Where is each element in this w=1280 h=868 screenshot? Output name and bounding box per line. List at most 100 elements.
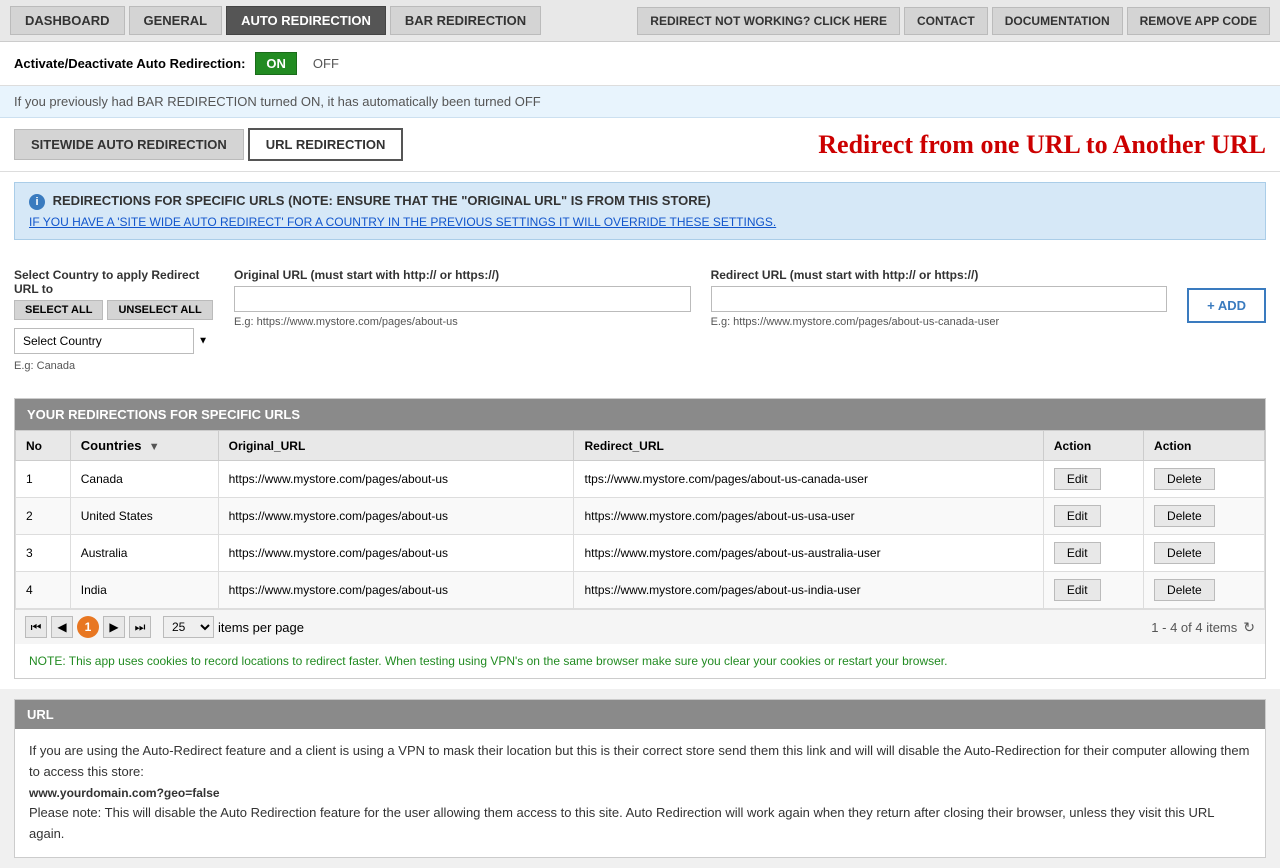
blue-section-title: i REDIRECTIONS FOR SPECIFIC URLS (NOTE: … — [29, 193, 1251, 210]
cell-no: 1 — [16, 461, 71, 498]
redirect-url-col: Redirect URL (must start with http:// or… — [711, 268, 1168, 328]
original-url-input[interactable] — [234, 286, 691, 312]
cell-edit: Edit — [1043, 572, 1143, 609]
blue-section-note: (NOTE: ENSURE THAT THE "ORIGINAL URL" IS… — [288, 193, 711, 208]
left-tabs: DASHBOARD GENERAL AUTO REDIRECTION BAR R… — [10, 6, 633, 35]
cell-countries: Canada — [70, 461, 218, 498]
cell-delete: Delete — [1144, 572, 1265, 609]
chevron-down-icon: ▼ — [198, 336, 208, 347]
cell-delete: Delete — [1144, 498, 1265, 535]
add-button[interactable]: + ADD — [1187, 288, 1266, 323]
form-row: Select Country to apply Redirect URL to … — [14, 256, 1266, 384]
country-col: Select Country to apply Redirect URL to … — [14, 268, 214, 372]
last-page-button[interactable]: ⏭ — [129, 616, 151, 638]
edit-button-0[interactable]: Edit — [1054, 468, 1101, 490]
url-section-body-text: If you are using the Auto-Redirect featu… — [29, 741, 1251, 783]
url-section-header: URL — [15, 700, 1265, 729]
table-row: 4 India https://www.mystore.com/pages/ab… — [16, 572, 1265, 609]
col-countries: Countries ▼ — [70, 431, 218, 461]
redirect-not-working-button[interactable]: REDIRECT NOT WORKING? CLICK HERE — [637, 7, 900, 35]
redirections-table: No Countries ▼ Original_URL Redirect_URL… — [15, 430, 1265, 609]
pagination: ⏮ ◀ 1 ▶ ⏭ 25 50 100 items per page 1 - 4… — [15, 609, 1265, 644]
url-link: www.yourdomain.com?geo=false — [29, 786, 220, 800]
original-url-eg: E.g: https://www.mystore.com/pages/about… — [234, 316, 691, 328]
col-action-1: Action — [1043, 431, 1143, 461]
country-select[interactable]: Select Country — [14, 328, 194, 354]
sub-tabs: SITEWIDE AUTO REDIRECTION URL REDIRECTIO… — [0, 118, 1280, 172]
cell-redirect-url: ttps://www.mystore.com/pages/about-us-ca… — [574, 461, 1043, 498]
cell-edit: Edit — [1043, 535, 1143, 572]
refresh-icon[interactable]: ↻ — [1243, 619, 1255, 636]
items-per-page-label: items per page — [218, 620, 304, 635]
country-select-wrap: Select Country ▼ — [14, 328, 214, 354]
select-all-button[interactable]: SELECT ALL — [14, 300, 103, 320]
edit-button-2[interactable]: Edit — [1054, 542, 1101, 564]
cell-original-url: https://www.mystore.com/pages/about-us — [218, 572, 574, 609]
tab-dashboard[interactable]: DASHBOARD — [10, 6, 125, 35]
original-url-col: Original URL (must start with http:// or… — [234, 268, 691, 328]
url-section: URL If you are using the Auto-Redirect f… — [14, 699, 1266, 858]
table-row: 3 Australia https://www.mystore.com/page… — [16, 535, 1265, 572]
url-section-note: Please note: This will disable the Auto … — [29, 803, 1251, 845]
tab-auto-redirection[interactable]: AUTO REDIRECTION — [226, 6, 386, 35]
tab-url-redirection[interactable]: URL REDIRECTION — [248, 128, 404, 161]
cell-no: 4 — [16, 572, 71, 609]
cell-no: 3 — [16, 535, 71, 572]
prev-page-button[interactable]: ◀ — [51, 616, 73, 638]
unselect-all-button[interactable]: UNSELECT ALL — [107, 300, 212, 320]
info-bar: If you previously had BAR REDIRECTION tu… — [0, 86, 1280, 118]
cell-delete: Delete — [1144, 535, 1265, 572]
delete-button-3[interactable]: Delete — [1154, 579, 1215, 601]
table-row: 1 Canada https://www.mystore.com/pages/a… — [16, 461, 1265, 498]
activate-label: Activate/Deactivate Auto Redirection: — [14, 56, 245, 71]
top-nav: DASHBOARD GENERAL AUTO REDIRECTION BAR R… — [0, 0, 1280, 42]
select-btns: SELECT ALL UNSELECT ALL — [14, 300, 214, 320]
toggle-off-button[interactable]: OFF — [307, 53, 345, 74]
cell-edit: Edit — [1043, 461, 1143, 498]
col-action-2: Action — [1144, 431, 1265, 461]
remove-app-code-button[interactable]: REMOVE APP CODE — [1127, 7, 1270, 35]
info-icon: i — [29, 194, 45, 210]
redirect-url-input[interactable] — [711, 286, 1168, 312]
edit-button-1[interactable]: Edit — [1054, 505, 1101, 527]
delete-button-1[interactable]: Delete — [1154, 505, 1215, 527]
cell-countries: India — [70, 572, 218, 609]
col-no: No — [16, 431, 71, 461]
activate-row: Activate/Deactivate Auto Redirection: ON… — [0, 42, 1280, 86]
original-url-label: Original URL (must start with http:// or… — [234, 268, 691, 282]
table-section-title: YOUR REDIRECTIONS FOR SPECIFIC URLS — [15, 399, 1265, 430]
redirect-url-eg: E.g: https://www.mystore.com/pages/about… — [711, 316, 1168, 328]
delete-button-0[interactable]: Delete — [1154, 468, 1215, 490]
contact-button[interactable]: CONTACT — [904, 7, 988, 35]
country-label: Select Country to apply Redirect URL to — [14, 268, 214, 296]
right-btns: REDIRECT NOT WORKING? CLICK HERE CONTACT… — [637, 7, 1270, 35]
redirect-url-label: Redirect URL (must start with http:// or… — [711, 268, 1168, 282]
info-bar-text: If you previously had BAR REDIRECTION tu… — [14, 94, 541, 109]
first-page-button[interactable]: ⏮ — [25, 616, 47, 638]
main-content: i REDIRECTIONS FOR SPECIFIC URLS (NOTE: … — [0, 172, 1280, 689]
page-count: 1 - 4 of 4 items ↻ — [1151, 619, 1255, 636]
blue-section: i REDIRECTIONS FOR SPECIFIC URLS (NOTE: … — [14, 182, 1266, 240]
items-per-page-select[interactable]: 25 50 100 — [163, 616, 214, 638]
cell-original-url: https://www.mystore.com/pages/about-us — [218, 461, 574, 498]
page-title: Redirect from one URL to Another URL — [818, 130, 1266, 160]
documentation-button[interactable]: DOCUMENTATION — [992, 7, 1123, 35]
tab-general[interactable]: GENERAL — [129, 6, 223, 35]
tab-bar-redirection[interactable]: BAR REDIRECTION — [390, 6, 541, 35]
delete-button-2[interactable]: Delete — [1154, 542, 1215, 564]
cell-delete: Delete — [1144, 461, 1265, 498]
override-note-link[interactable]: IF YOU HAVE A 'SITE WIDE AUTO REDIRECT' … — [29, 215, 776, 229]
current-page: 1 — [77, 616, 99, 638]
cell-original-url: https://www.mystore.com/pages/about-us — [218, 535, 574, 572]
edit-button-3[interactable]: Edit — [1054, 579, 1101, 601]
cell-redirect-url: https://www.mystore.com/pages/about-us-a… — [574, 535, 1043, 572]
table-row: 2 United States https://www.mystore.com/… — [16, 498, 1265, 535]
next-page-button[interactable]: ▶ — [103, 616, 125, 638]
tab-sitewide-auto-redirection[interactable]: SITEWIDE AUTO REDIRECTION — [14, 129, 244, 160]
add-btn-wrap: + ADD — [1187, 268, 1266, 323]
cell-redirect-url: https://www.mystore.com/pages/about-us-i… — [574, 572, 1043, 609]
eg-country: E.g: Canada — [14, 360, 214, 372]
filter-icon[interactable]: ▼ — [149, 441, 160, 453]
cell-original-url: https://www.mystore.com/pages/about-us — [218, 498, 574, 535]
toggle-on-button[interactable]: ON — [255, 52, 297, 75]
